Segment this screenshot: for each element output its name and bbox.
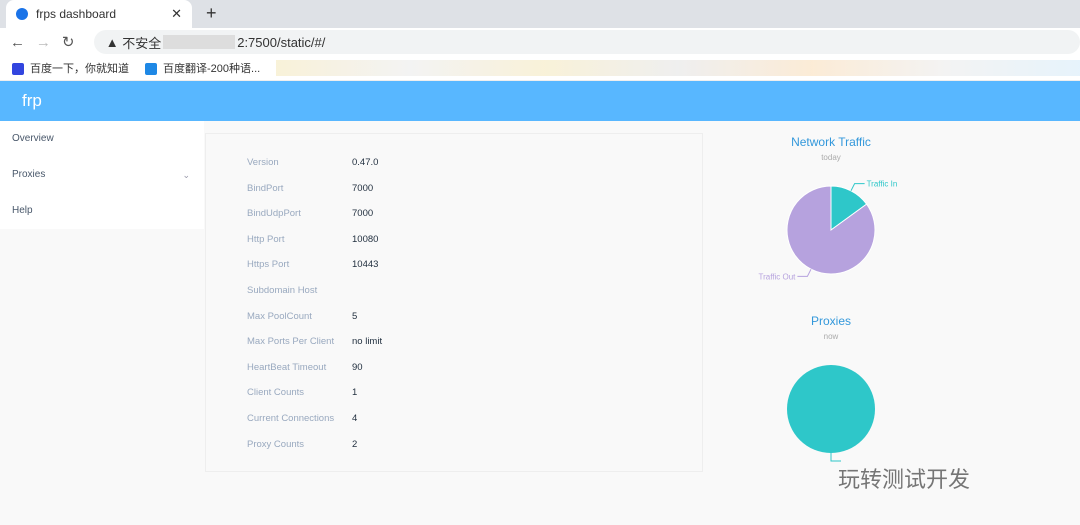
watermark: 玩转测试开发	[838, 467, 971, 492]
pie-label-line	[850, 183, 865, 192]
pie-label: Traffic Out	[758, 272, 796, 281]
pie-charts: Traffic In Traffic Out	[758, 180, 898, 462]
pie-label: Traffic In	[867, 180, 898, 189]
pie-label-line	[830, 453, 841, 462]
pie-label-line	[797, 268, 812, 277]
pie-slice[interactable]	[787, 365, 875, 453]
